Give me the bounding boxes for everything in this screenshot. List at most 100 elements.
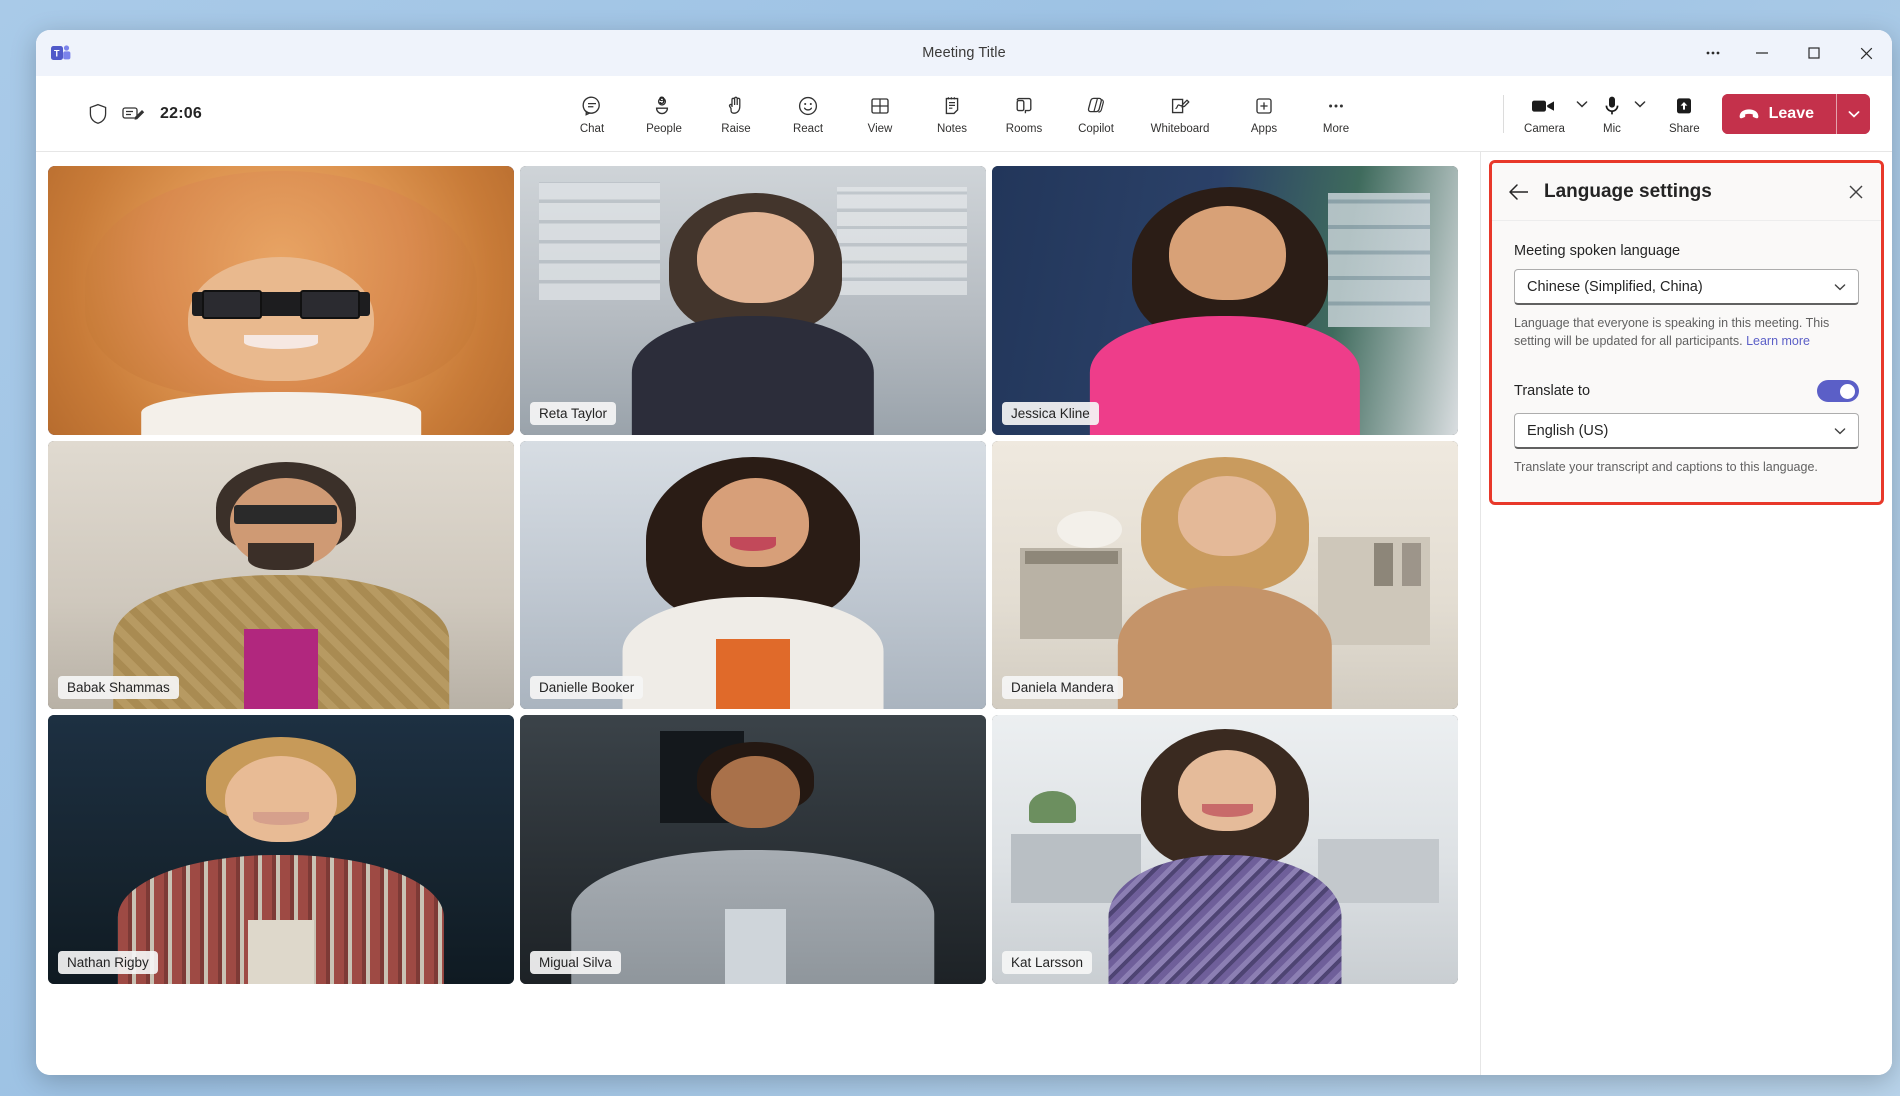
microphone-icon — [1601, 93, 1623, 120]
toggle-knob — [1840, 384, 1855, 399]
participant-tile[interactable]: Jessica Kline — [992, 166, 1458, 435]
close-icon[interactable] — [1847, 183, 1865, 201]
participant-name: Migual Silva — [530, 951, 621, 974]
participant-tile[interactable]: Babak Shammas — [48, 441, 514, 710]
chat-label: Chat — [580, 123, 604, 135]
apps-label: Apps — [1251, 123, 1277, 135]
participant-name: Daniela Mandera — [1002, 676, 1123, 699]
mic-options-chevron[interactable] — [1629, 91, 1651, 118]
more-ellipsis-icon — [1324, 93, 1348, 120]
camera-icon — [1530, 93, 1558, 120]
toolbar-divider — [1503, 95, 1504, 133]
video-grid: Reta Taylor Jessica Kline — [48, 166, 1458, 984]
language-settings-panel: Language settings Meeting spoken languag… — [1489, 160, 1884, 505]
right-panel-container: Language settings Meeting spoken languag… — [1480, 152, 1892, 1075]
transcription-icon — [122, 104, 146, 124]
participant-name: Danielle Booker — [530, 676, 643, 699]
translate-to-label: Translate to — [1514, 383, 1817, 399]
participant-tile[interactable]: Danielle Booker — [520, 441, 986, 710]
participant-tile[interactable] — [48, 166, 514, 435]
shield-icon — [88, 103, 108, 125]
react-button[interactable]: React — [774, 91, 842, 137]
notes-label: Notes — [937, 123, 967, 135]
participant-video — [520, 166, 986, 435]
whiteboard-button[interactable]: Whiteboard — [1134, 91, 1226, 137]
leave-button[interactable]: Leave — [1722, 94, 1836, 134]
participant-tile[interactable]: Daniela Mandera — [992, 441, 1458, 710]
people-label: People — [646, 123, 682, 135]
panel-title: Language settings — [1544, 181, 1833, 203]
leave-control-group: Leave — [1722, 94, 1870, 134]
people-button[interactable]: 9 People — [630, 91, 698, 137]
view-label: View — [868, 123, 893, 135]
people-count-badge: 9 — [659, 95, 665, 107]
translate-language-value: English (US) — [1527, 423, 1832, 439]
toolbar-center-group: Chat 9 People Raise — [558, 91, 1370, 137]
participant-tile[interactable]: Migual Silva — [520, 715, 986, 984]
share-label: Share — [1669, 123, 1700, 135]
notes-button[interactable]: Notes — [918, 91, 986, 137]
meeting-toolbar: 22:06 Chat 9 — [36, 76, 1892, 152]
copilot-button[interactable]: Copilot — [1062, 91, 1130, 137]
apps-plus-icon — [1252, 93, 1276, 120]
raise-label: Raise — [721, 123, 750, 135]
notes-icon — [940, 93, 964, 120]
participant-name: Jessica Kline — [1002, 402, 1099, 425]
chat-button[interactable]: Chat — [558, 91, 626, 137]
view-grid-icon — [868, 93, 892, 120]
translate-toggle[interactable] — [1817, 380, 1859, 402]
mic-control-group: Mic — [1595, 91, 1651, 137]
learn-more-link[interactable]: Learn more — [1746, 334, 1810, 348]
participant-video — [48, 715, 514, 984]
chevron-down-icon — [1832, 423, 1848, 439]
chat-icon — [580, 93, 604, 120]
spoken-language-hint: Language that everyone is speaking in th… — [1514, 314, 1859, 350]
participant-tile[interactable]: Nathan Rigby — [48, 715, 514, 984]
translate-toggle-row: Translate to — [1514, 380, 1859, 402]
share-button[interactable]: Share — [1663, 91, 1706, 137]
mic-button[interactable]: Mic — [1595, 91, 1629, 137]
toolbar-left-group: 22:06 — [36, 103, 296, 125]
view-button[interactable]: View — [846, 91, 914, 137]
page-title: Meeting Title — [36, 45, 1892, 61]
leave-options-chevron[interactable] — [1836, 94, 1870, 134]
title-bar: T Meeting Title — [36, 30, 1892, 76]
rooms-button[interactable]: Rooms — [990, 91, 1058, 137]
react-smiley-icon — [796, 93, 820, 120]
participant-tile[interactable]: Kat Larsson — [992, 715, 1458, 984]
participant-video — [48, 441, 514, 710]
panel-body: Meeting spoken language Chinese (Simplif… — [1492, 221, 1881, 502]
participant-tile[interactable]: Reta Taylor — [520, 166, 986, 435]
chevron-down-icon — [1832, 279, 1848, 295]
hangup-phone-icon — [1738, 107, 1760, 121]
breakout-rooms-icon — [1012, 93, 1036, 120]
more-button[interactable]: More — [1302, 91, 1370, 137]
copilot-icon — [1084, 93, 1108, 120]
share-screen-icon — [1672, 93, 1696, 120]
participant-video — [992, 441, 1458, 710]
video-area: Reta Taylor Jessica Kline — [36, 152, 1480, 1075]
camera-button[interactable]: Camera — [1518, 91, 1571, 137]
people-icon: 9 — [652, 93, 676, 120]
participant-video — [992, 715, 1458, 984]
leave-label: Leave — [1769, 105, 1814, 123]
toolbar-right-group: Camera Mic — [1491, 91, 1892, 137]
spoken-language-label: Meeting spoken language — [1514, 243, 1859, 259]
rooms-label: Rooms — [1006, 123, 1042, 135]
apps-button[interactable]: Apps — [1230, 91, 1298, 137]
raise-hand-icon — [724, 93, 748, 120]
mic-label: Mic — [1603, 123, 1621, 135]
participant-video — [520, 715, 986, 984]
meeting-timer: 22:06 — [160, 105, 202, 123]
react-label: React — [793, 123, 823, 135]
translate-language-select[interactable]: English (US) — [1514, 413, 1859, 449]
participant-name: Nathan Rigby — [58, 951, 158, 974]
arrow-left-icon[interactable] — [1508, 183, 1530, 201]
panel-header: Language settings — [1492, 163, 1881, 221]
spoken-language-value: Chinese (Simplified, China) — [1527, 279, 1832, 295]
raise-hand-button[interactable]: Raise — [702, 91, 770, 137]
camera-control-group: Camera — [1518, 91, 1593, 137]
spoken-language-select[interactable]: Chinese (Simplified, China) — [1514, 269, 1859, 305]
participant-name: Kat Larsson — [1002, 951, 1092, 974]
camera-options-chevron[interactable] — [1571, 91, 1593, 118]
